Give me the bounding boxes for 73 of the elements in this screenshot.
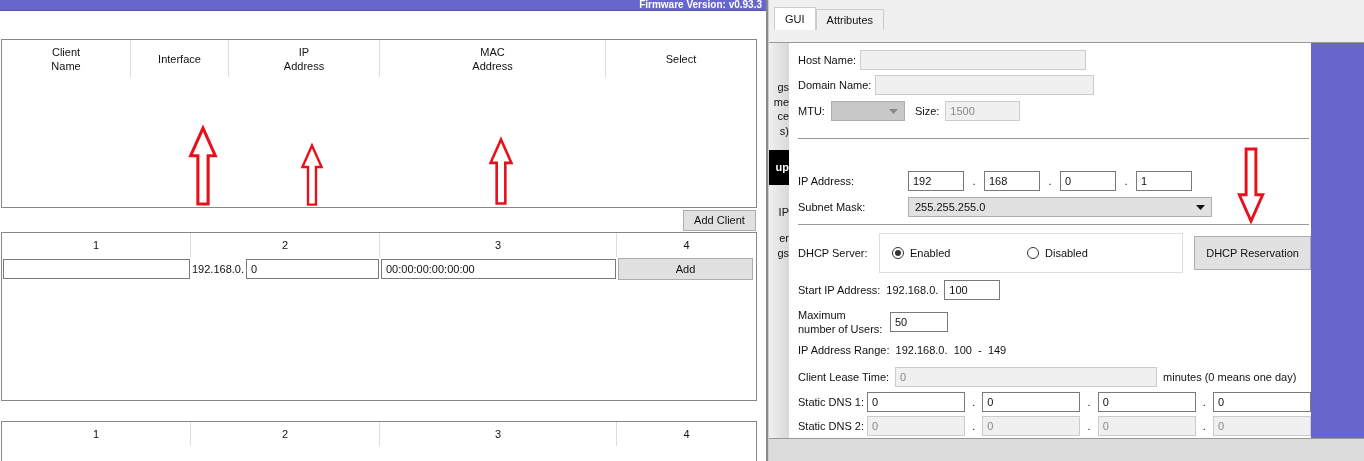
caret-icon — [888, 108, 898, 114]
octet-field[interactable]: 192 — [908, 171, 964, 191]
dot-separator: . — [971, 420, 977, 432]
column-header: 1 — [92, 238, 100, 253]
field-label: Size: — [914, 105, 940, 117]
ip-prefix: 192.168.0. — [192, 263, 244, 276]
dot-separator: . — [971, 175, 977, 187]
sidebar-item[interactable]: gs — [777, 245, 789, 260]
column-header: MAC Address — [472, 44, 513, 73]
sidebar-item[interactable]: s) — [779, 123, 789, 138]
dot-separator: . — [1201, 396, 1207, 408]
field-label: Start IP Address: — [798, 284, 881, 296]
octet-field[interactable]: 0 — [982, 392, 1081, 412]
ip-field[interactable]: 0 — [246, 259, 379, 280]
radio-option[interactable]: Disabled — [1027, 247, 1162, 259]
tab[interactable]: GUI — [774, 7, 816, 30]
tab[interactable]: Attributes — [815, 9, 885, 30]
start-ip-field[interactable]: 100 — [944, 280, 1001, 300]
column-header: Select — [665, 51, 697, 66]
column-header: 2 — [281, 238, 289, 253]
dot-separator: . — [1201, 420, 1207, 432]
dhcp-reservation-button[interactable]: DHCP Reservation — [1194, 236, 1311, 270]
sidebar-item[interactable]: ce — [777, 109, 789, 124]
down-arrow-icon — [1236, 146, 1266, 224]
field-label: Host Name: — [798, 53, 857, 66]
field-label: DHCP Server: — [798, 246, 869, 260]
octet-field[interactable]: 0 — [1060, 171, 1116, 191]
field-label: Client Lease Time: — [798, 370, 890, 383]
field-label: MTU: — [798, 105, 825, 117]
mac-field[interactable]: 00:00:00:00:00:00 — [381, 259, 616, 280]
sidebar-item[interactable]: gs — [777, 80, 789, 95]
field-label: Domain Name: — [798, 79, 872, 91]
client-name-field[interactable] — [3, 259, 190, 280]
column-header: 3 — [494, 238, 502, 253]
dot-separator: . — [1047, 175, 1053, 187]
dot-separator: . — [1086, 396, 1092, 408]
column-header: 3 — [494, 427, 502, 441]
column-header: Interface — [158, 51, 201, 66]
octet-field[interactable]: 1 — [1136, 171, 1192, 191]
dot-separator: . — [1086, 420, 1092, 432]
field-label: Subnet Mask: — [798, 201, 867, 213]
caret-icon — [1196, 204, 1205, 210]
field-label: Static DNS 2: — [798, 420, 864, 432]
sidebar-item[interactable]: me — [773, 94, 789, 109]
firmware-version: Firmware Version: v0.93.3 — [639, 0, 762, 10]
sidebar-item[interactable]: er — [779, 231, 789, 246]
add-client-button[interactable]: Add Client — [683, 209, 756, 231]
max-users-field[interactable]: 50 — [890, 312, 948, 332]
ip-prefix: 192.168.0. — [886, 284, 939, 296]
dot-separator: . — [971, 396, 977, 408]
subnet-mask-dropdown[interactable]: 255.255.255.0 — [908, 197, 1212, 217]
column-header: Client Name — [51, 44, 81, 73]
octet-field[interactable]: 0 — [1213, 392, 1311, 412]
field-label: IP Address Range: — [798, 344, 890, 356]
dropdown-value: 255.255.255.0 — [915, 201, 986, 213]
column-header: 4 — [683, 238, 690, 253]
dot-separator: . — [1123, 175, 1129, 187]
up-arrow-icon — [186, 125, 220, 207]
add-button[interactable]: Add — [618, 258, 753, 281]
column-header: IP Address — [283, 44, 325, 73]
field-label: Maximum number of Users: — [798, 308, 884, 336]
radio-option[interactable]: Enabled — [892, 247, 1027, 259]
octet-field[interactable]: 0 — [867, 392, 965, 412]
column-header: 1 — [92, 427, 100, 441]
ip-range-value: 192.168.0. 100 - 149 — [895, 344, 1007, 356]
sidebar-item[interactable]: IP — [778, 204, 789, 219]
lease-time-hint: minutes (0 means one day) — [1163, 370, 1297, 383]
column-header: 4 — [683, 427, 690, 441]
field-label: IP Address: — [798, 175, 856, 187]
field-label: Static DNS 1: — [798, 396, 864, 408]
octet-field[interactable]: 0 — [1097, 392, 1196, 412]
octet-field[interactable]: 168 — [984, 171, 1040, 191]
column-header: 2 — [281, 427, 289, 441]
